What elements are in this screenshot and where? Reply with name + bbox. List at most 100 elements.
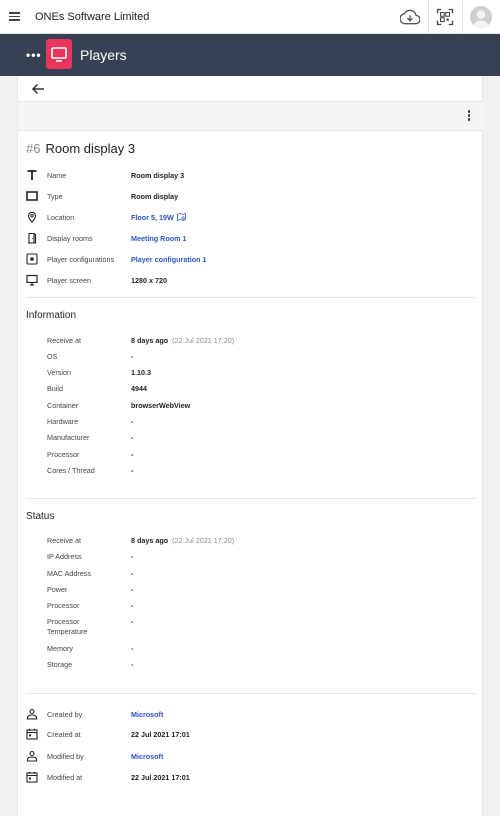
door-icon: [28, 232, 37, 244]
info-label: Manufacturer: [47, 433, 90, 442]
info-label: Receive at: [47, 336, 81, 345]
calendar-icon: [26, 771, 38, 783]
detail-value: Room display 3: [131, 171, 185, 180]
audit-label: Created by: [47, 710, 83, 719]
detail-label: Display rooms: [47, 234, 93, 243]
detail-value: Room display: [131, 192, 179, 201]
info-value: 4944: [131, 384, 147, 393]
info-value: browserWebView: [131, 401, 191, 410]
calendar-icon: [26, 728, 38, 740]
location-pin-icon: [27, 211, 37, 223]
detail-row-name: Name Room display 3: [18, 169, 484, 185]
text-icon: [27, 170, 37, 180]
status-label: Storage: [47, 660, 73, 669]
detail-row-location: Location Floor 5, 19W: [18, 211, 484, 227]
status-value: -: [131, 660, 134, 669]
info-timestamp: (22 Jul 2021 17:20): [172, 336, 235, 345]
info-label: Version: [47, 368, 71, 377]
detail-row-player-screen: Player screen 1280 x 720: [18, 274, 484, 290]
detail-row-player-config: Player configurations Player configurati…: [18, 253, 484, 269]
status-title: Status: [26, 511, 55, 522]
app-title: Players: [80, 47, 127, 63]
person-icon: [26, 750, 38, 762]
display-icon: [26, 191, 38, 201]
menu-icon[interactable]: [9, 10, 21, 24]
player-config-link[interactable]: Player configuration 1: [131, 255, 207, 264]
divider: [26, 693, 476, 694]
audit-label: Modified by: [47, 752, 84, 761]
detail-label: Player configurations: [47, 255, 115, 264]
status-label: Processor Temperature: [47, 617, 88, 636]
info-label: OS: [47, 352, 58, 361]
qr-scan-icon[interactable]: [436, 8, 454, 26]
status-value: -: [131, 585, 134, 594]
status-label: IP Address: [47, 552, 82, 561]
status-value: -: [131, 569, 134, 578]
status-value: -: [131, 617, 134, 626]
audit-value: 22 Jul 2021 17:01: [131, 773, 190, 782]
info-value: 1.10.3: [131, 368, 151, 377]
cloud-download-icon[interactable]: [400, 7, 420, 27]
info-value: -: [131, 466, 134, 475]
top-bar: ONEs Software Limited: [0, 0, 500, 34]
more-vert-icon[interactable]: [464, 110, 474, 124]
detail-label: Name: [47, 171, 67, 180]
status-value-text: 8 days ago: [131, 536, 169, 545]
player-name: Room display 3: [45, 141, 136, 156]
status-value: -: [131, 644, 134, 653]
detail-label: Player screen: [47, 276, 91, 285]
status-timestamp: (22 Jul 2021 17:20): [172, 536, 235, 545]
page-title: #6 Room display 3: [26, 141, 135, 156]
detail-row-display-rooms: Display rooms Meeting Room 1: [18, 232, 484, 248]
detail-label: Type: [47, 192, 63, 201]
audit-label: Created at: [47, 730, 81, 739]
status-label: MAC Address: [47, 569, 91, 578]
avatar[interactable]: [470, 6, 492, 28]
detail-row-type: Type Room display: [18, 190, 484, 206]
player-number: #6: [26, 141, 41, 156]
info-value: -: [131, 450, 134, 459]
display-room-link[interactable]: Meeting Room 1: [131, 234, 187, 243]
audit-label: Modified at: [47, 773, 83, 782]
info-label: Cores / Thread: [47, 466, 95, 475]
status-value: 8 days ago (22 Jul 2021 17:20): [131, 536, 234, 546]
audit-row-created-at: Created at 22 Jul 2021 17:01: [18, 728, 484, 744]
info-label: Processor: [47, 450, 80, 459]
info-value: -: [131, 352, 134, 361]
created-by-link[interactable]: Microsoft: [131, 710, 163, 719]
info-label: Build: [47, 384, 63, 393]
player-detail-card: #6 Room display 3 Name Room display 3 Typ…: [17, 76, 484, 816]
settings-box-icon: [26, 253, 38, 265]
status-label: Processor: [47, 601, 80, 610]
person-icon: [26, 708, 38, 720]
info-value-text: 8 days ago: [131, 336, 169, 345]
map-search-icon[interactable]: [176, 213, 186, 221]
status-value: -: [131, 552, 134, 561]
status-label: Receive at: [47, 536, 81, 545]
info-value: -: [131, 433, 134, 442]
apps-more-icon[interactable]: •••: [26, 48, 42, 62]
status-label: Power: [47, 585, 68, 594]
audit-value: 22 Jul 2021 17:01: [131, 730, 190, 739]
info-label: Hardware: [47, 417, 79, 426]
audit-row-modified-by: Modified by Microsoft: [18, 750, 484, 766]
company-name: ONEs Software Limited: [35, 11, 150, 23]
information-title: Information: [26, 310, 77, 321]
info-value: -: [131, 417, 134, 426]
detail-value: 1280 x 720: [131, 276, 167, 285]
info-value: 8 days ago (22 Jul 2021 17:20): [131, 336, 234, 346]
audit-row-created-by: Created by Microsoft: [18, 708, 484, 724]
monitor-icon: [26, 274, 38, 286]
location-link[interactable]: Floor 5, 19W: [131, 213, 186, 222]
status-value: -: [131, 601, 134, 610]
detail-toolbar: [18, 101, 484, 131]
status-label: Memory: [47, 644, 73, 653]
info-label: Container: [47, 401, 79, 410]
audit-row-modified-at: Modified at 22 Jul 2021 17:01: [18, 771, 484, 787]
divider: [26, 297, 476, 298]
location-value[interactable]: Floor 5, 19W: [131, 213, 174, 222]
divider: [26, 498, 476, 499]
modified-by-link[interactable]: Microsoft: [131, 752, 163, 761]
tv-icon: [46, 39, 72, 69]
back-arrow-icon[interactable]: [30, 82, 46, 96]
